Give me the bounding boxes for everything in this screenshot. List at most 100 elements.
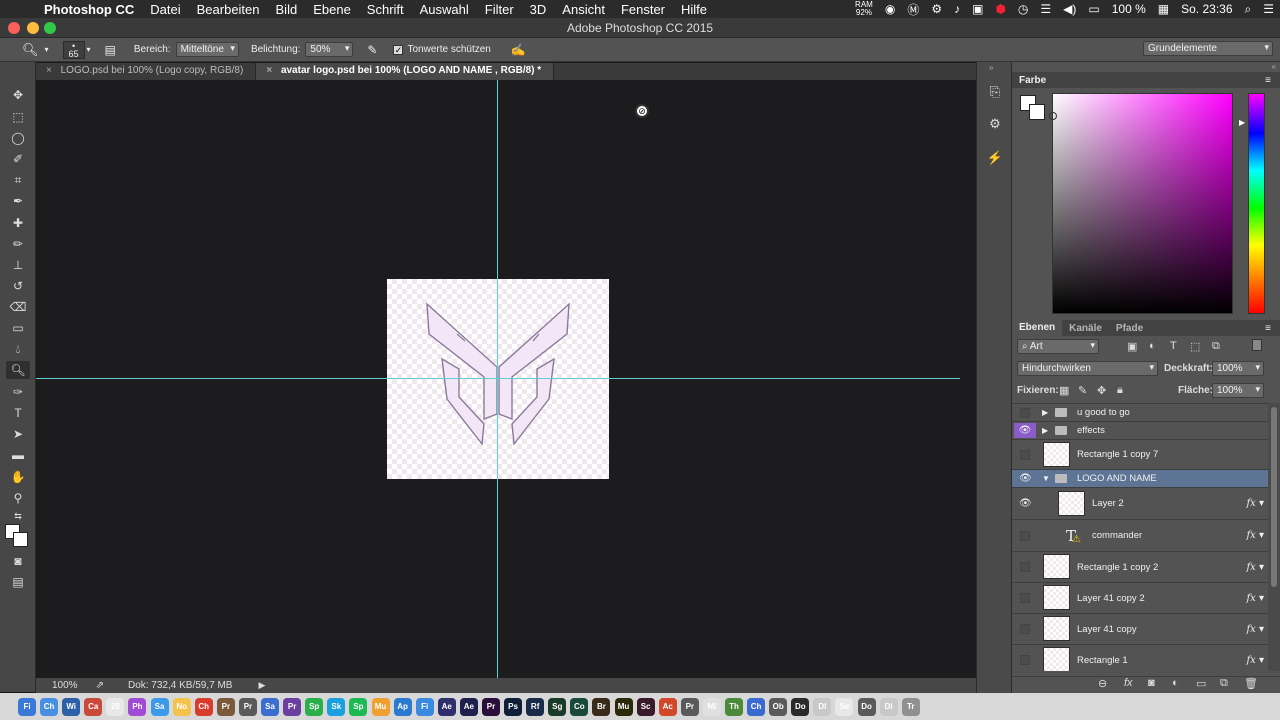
spotlight-icon[interactable]: ⌕: [1239, 2, 1258, 17]
dock-app-icon[interactable]: Mu: [614, 697, 633, 716]
visibility-toggle-off[interactable]: [1020, 562, 1030, 572]
dock-app-icon[interactable]: Pr: [481, 697, 500, 716]
gradient-tool-icon[interactable]: ▭: [6, 319, 30, 337]
swap-colors-icon[interactable]: ⇆: [6, 507, 30, 525]
layer-name[interactable]: u good to go: [1077, 407, 1130, 418]
new-fill-layer-icon[interactable]: ◐: [1172, 677, 1179, 689]
dock-app-icon[interactable]: Mu: [371, 697, 390, 716]
fx-icon[interactable]: fx ▾: [1246, 530, 1264, 541]
malwarebytes-tray-icon[interactable]: Ⓜ: [901, 1, 925, 18]
move-tool-icon[interactable]: ✥: [6, 86, 30, 104]
dock-app-icon[interactable]: Pr: [216, 697, 235, 716]
tab-layers[interactable]: Ebenen: [1012, 320, 1063, 336]
new-group-icon[interactable]: ▭: [1196, 677, 1206, 690]
marquee-tool-icon[interactable]: ⬚: [6, 108, 30, 126]
dock-app-icon[interactable]: Ph: [128, 697, 147, 716]
eye-icon[interactable]: 👁︎: [1019, 473, 1032, 484]
menu-fenster[interactable]: Fenster: [613, 2, 673, 17]
dock-app-icon[interactable]: Dl: [813, 697, 832, 716]
menu-bearbeiten[interactable]: Bearbeiten: [189, 2, 268, 17]
hand-tool-icon[interactable]: ✋: [6, 468, 30, 486]
opacity-input[interactable]: 100%: [1212, 361, 1264, 376]
menu-3d[interactable]: 3D: [522, 2, 555, 17]
fx-icon[interactable]: fx ▾: [1246, 624, 1264, 635]
fx-icon[interactable]: fx ▾: [1246, 562, 1264, 573]
fx-icon[interactable]: fx ▾: [1246, 593, 1264, 604]
blend-mode-select[interactable]: Hindurchwirken: [1017, 361, 1158, 376]
dock-app-icon[interactable]: Ps: [504, 697, 523, 716]
layers-scrollbar[interactable]: [1268, 403, 1280, 671]
dock-app-icon[interactable]: Do: [857, 697, 876, 716]
workspace-select[interactable]: Grundelemente: [1143, 41, 1273, 56]
dock-app-icon[interactable]: Sc: [636, 697, 655, 716]
dock-app-icon[interactable]: Ap: [393, 697, 412, 716]
hue-slider[interactable]: [1248, 93, 1265, 314]
dock-app-icon[interactable]: Sg: [548, 697, 567, 716]
horizontal-guide[interactable]: [36, 378, 960, 379]
eraser-tool-icon[interactable]: ⌫: [6, 298, 30, 316]
dock-app-icon[interactable]: Sp: [305, 697, 324, 716]
dock-app-icon[interactable]: Sp: [349, 697, 368, 716]
filter-smartobject-icon[interactable]: ⧉: [1212, 340, 1220, 353]
shield-tray-icon[interactable]: ⬢: [989, 2, 1011, 16]
clone-stamp-tool-icon[interactable]: ⊥: [6, 256, 30, 274]
collapse-strip-icon[interactable]: »: [989, 63, 993, 72]
dock-app-icon[interactable]: Fi: [415, 697, 434, 716]
lasso-tool-icon[interactable]: ◯: [6, 129, 30, 147]
color-saturation-field[interactable]: [1049, 93, 1233, 314]
history-panel-icon[interactable]: ⎘: [986, 84, 1004, 100]
fx-icon[interactable]: fx ▾: [1246, 655, 1264, 666]
fill-input[interactable]: 100%: [1212, 383, 1264, 398]
exposure-input[interactable]: 50%: [305, 42, 354, 57]
status-menu-arrow-icon[interactable]: ▶: [258, 680, 265, 691]
color-picker-handle[interactable]: [1049, 112, 1057, 120]
range-select[interactable]: Mitteltöne: [175, 42, 239, 57]
menu-datei[interactable]: Datei: [142, 2, 188, 17]
menu-bild[interactable]: Bild: [268, 2, 306, 17]
protect-tones-checkbox[interactable]: ✓ Tonwerte schützen: [393, 44, 491, 55]
menu-filter[interactable]: Filter: [477, 2, 522, 17]
rectangle-tool-icon[interactable]: ▬: [6, 446, 30, 464]
clock-tray-icon[interactable]: ◷: [1012, 2, 1034, 16]
dock-app-icon[interactable]: Pr: [283, 697, 302, 716]
menu-ansicht[interactable]: Ansicht: [554, 2, 613, 17]
menu-app-name[interactable]: Photoshop CC: [36, 2, 142, 17]
menu-auswahl[interactable]: Auswahl: [412, 2, 477, 17]
lock-position-icon[interactable]: ✥: [1097, 384, 1106, 397]
battery-icon[interactable]: ▭: [1082, 2, 1105, 16]
menu-ebene[interactable]: Ebene: [305, 2, 359, 17]
volume-icon[interactable]: ◀): [1057, 2, 1082, 16]
layer-name[interactable]: Layer 41 copy: [1077, 624, 1137, 635]
dock-app-icon[interactable]: Se: [835, 697, 854, 716]
mic-tray-icon[interactable]: ♪: [948, 2, 966, 16]
fx-icon[interactable]: fx ▾: [1246, 498, 1264, 509]
visibility-toggle-off[interactable]: [1020, 593, 1030, 603]
airbrush-icon[interactable]: ✎: [367, 43, 377, 57]
collapse-panels-icon[interactable]: «: [1272, 62, 1276, 71]
eyedropper-tool-icon[interactable]: ✒: [6, 192, 30, 210]
layers-panel-menu-icon[interactable]: ≡: [1258, 323, 1278, 334]
layer-row-logo-and-name[interactable]: 👁︎ ▼ LOGO AND NAME: [1012, 470, 1268, 488]
dock-app-icon[interactable]: Do: [791, 697, 810, 716]
eye-icon[interactable]: 👁︎: [1014, 423, 1036, 438]
battery-percent[interactable]: 100 %: [1106, 2, 1152, 16]
crop-tool-icon[interactable]: ⌗: [6, 171, 30, 189]
layer-name[interactable]: Rectangle 1 copy 7: [1077, 449, 1158, 460]
adjustments-panel-icon[interactable]: ⚡: [986, 150, 1004, 166]
layer-name[interactable]: Rectangle 1: [1077, 655, 1128, 666]
sync-tray-icon[interactable]: ⚙: [925, 2, 948, 16]
menu-schrift[interactable]: Schrift: [359, 2, 412, 17]
quick-select-tool-icon[interactable]: ✐: [6, 150, 30, 168]
visibility-toggle-off[interactable]: [1020, 530, 1030, 541]
dock-app-icon[interactable]: Dl: [879, 697, 898, 716]
menubar-clock[interactable]: So. 23:36: [1175, 2, 1238, 16]
export-icon[interactable]: ⇗: [96, 680, 104, 691]
brush-panel-toggle-icon[interactable]: ▤: [105, 43, 116, 57]
layer-row-effects[interactable]: 👁︎ ▶ effects: [1012, 422, 1268, 440]
color-panel-tab[interactable]: Farbe: [1012, 75, 1053, 86]
dock-app-icon[interactable]: Sa: [150, 697, 169, 716]
dock-app-icon[interactable]: Sk: [327, 697, 346, 716]
visibility-toggle-off[interactable]: [1020, 624, 1030, 634]
layer-name[interactable]: commander: [1092, 530, 1142, 541]
wifi-icon[interactable]: ☰: [1034, 2, 1057, 16]
